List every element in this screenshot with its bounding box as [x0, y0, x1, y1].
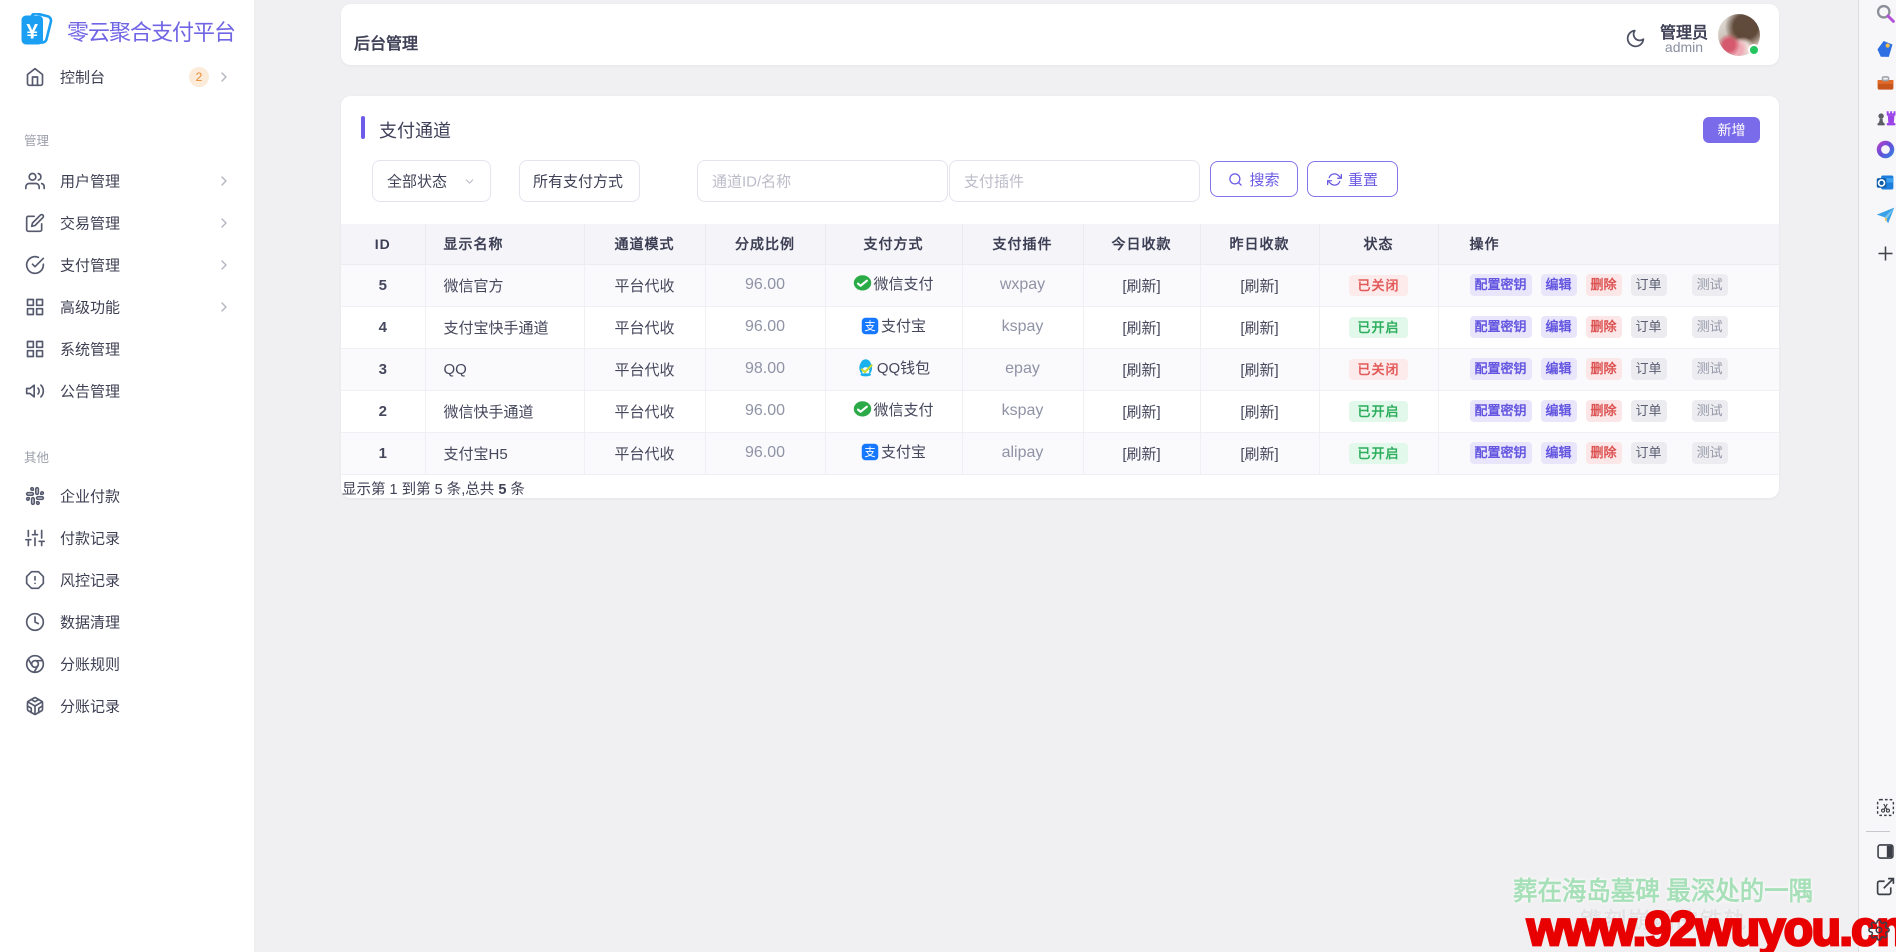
- svg-text:¥: ¥: [26, 21, 38, 44]
- svg-text:支: 支: [864, 446, 875, 459]
- svg-text:支: 支: [864, 320, 875, 333]
